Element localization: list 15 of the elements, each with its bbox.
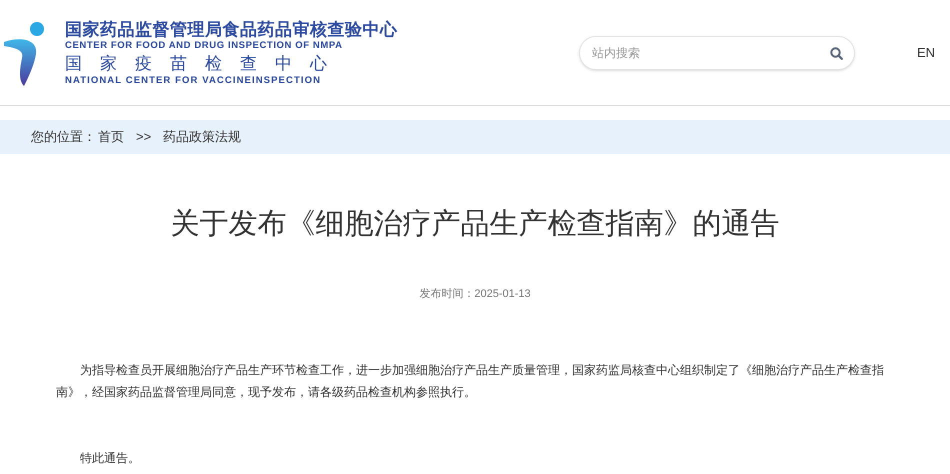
breadcrumb-link[interactable]: 首页 (98, 127, 124, 147)
logo-subtitle: CENTER FOR FOOD AND DRUG INSPECTION OF NMPA (65, 40, 344, 52)
logo-title: 国家药品监督管理局食品药品审核查验中心 (65, 20, 398, 40)
breadcrumb-link[interactable]: 药品政策法规 (163, 127, 242, 147)
breadcrumb-label: 您的位置： (31, 128, 96, 146)
breadcrumb-separator: >> (136, 128, 152, 146)
language-link[interactable]: EN (916, 42, 935, 62)
article-paragraph: 特此通告。 (79, 450, 141, 466)
publish-date: 发布时间：2025-01-13 (418, 287, 532, 302)
article-title: 关于发布《细胞治疗产品生产检查指南》的通告 (170, 207, 780, 242)
search-field[interactable]: 站内搜索 (578, 36, 855, 70)
logo-subtitle: NATIONAL CENTER FOR VACCINEINSPECTION (65, 75, 322, 87)
article-paragraph: 为指导检查员开展细胞治疗产品生产环节检查工作，进一步加强细胞治疗产品生产质量管理，国家药监局核查中心组织制定了《细胞治疗产品生产检查指南》，经国家药品监督管理局同意，现予发布，请各级药品检查机构参照执行。 (56, 362, 885, 400)
search-icon[interactable] (830, 46, 843, 60)
logo-title: 国家疫苗检查中心 (65, 53, 346, 75)
